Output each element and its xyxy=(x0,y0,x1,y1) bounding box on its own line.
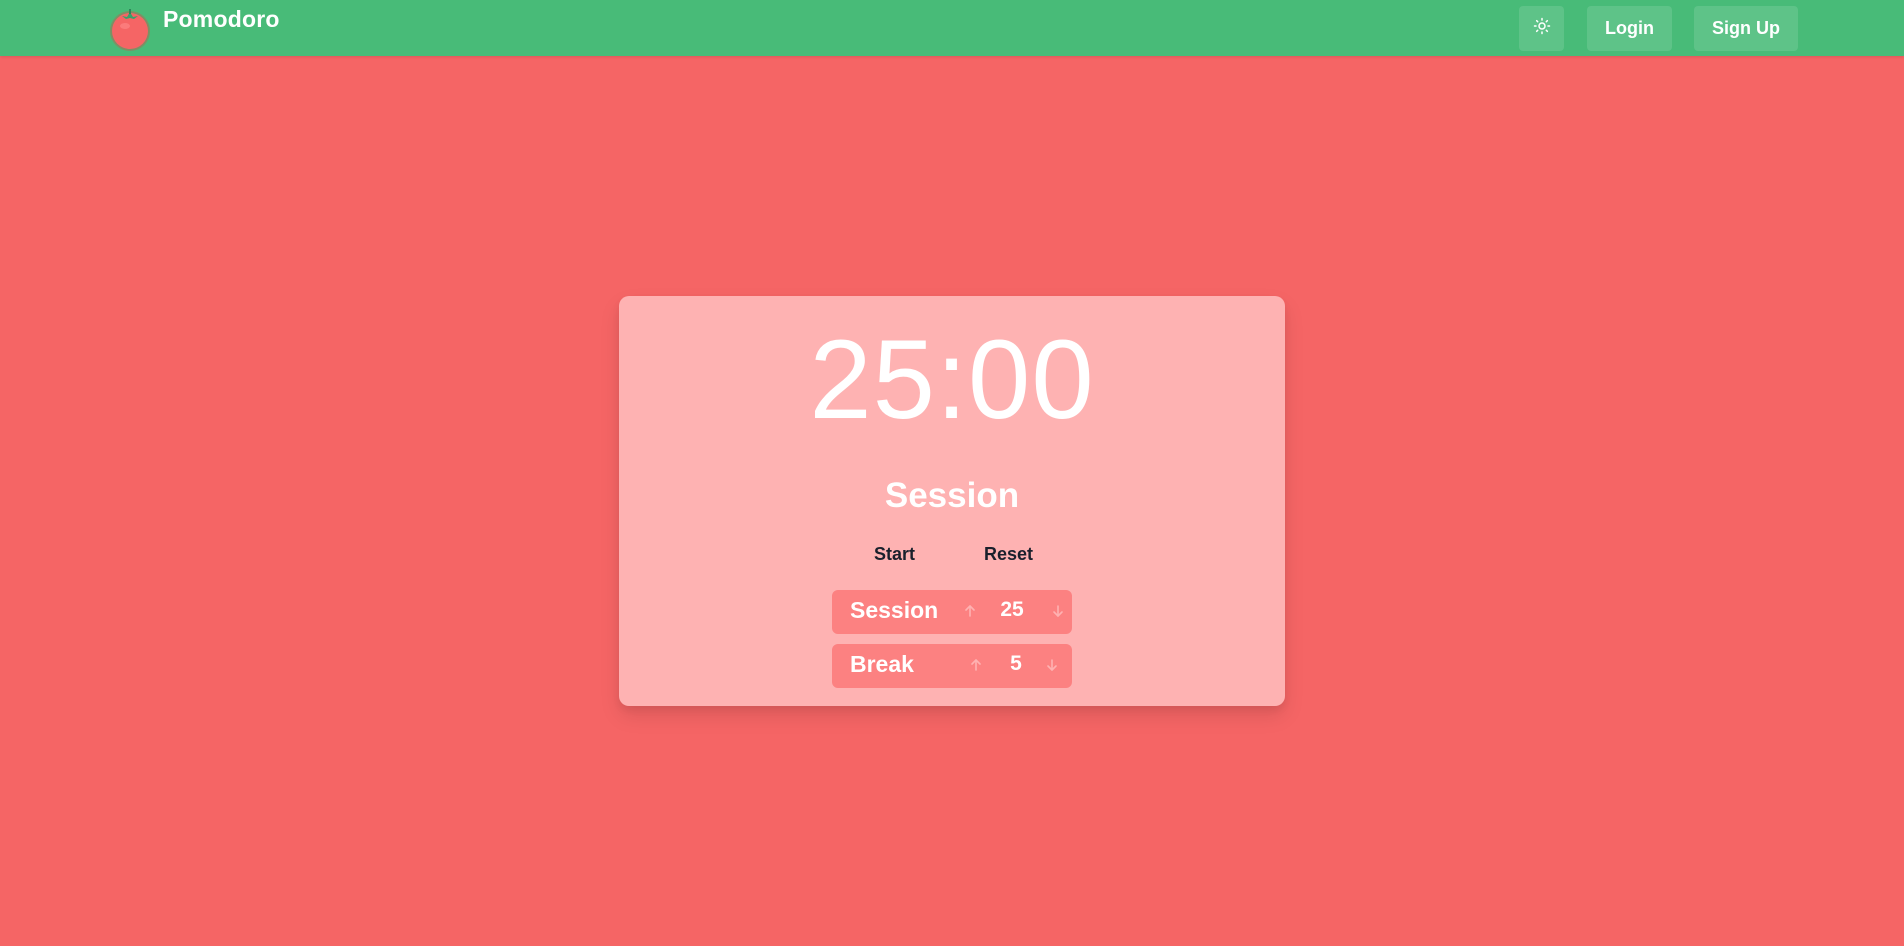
break-decrement-button[interactable] xyxy=(1044,657,1062,675)
session-length-control: Session 25 xyxy=(832,590,1072,634)
arrow-down-icon xyxy=(1050,603,1068,619)
theme-toggle-button[interactable] xyxy=(1519,6,1564,51)
sun-icon xyxy=(1533,17,1551,40)
session-decrement-button[interactable] xyxy=(1050,603,1068,621)
timer-mode-label: Session xyxy=(884,476,1020,515)
timer-display: 25:00 xyxy=(809,317,1095,442)
break-increment-button[interactable] xyxy=(968,657,986,675)
brand-link[interactable]: Pomodoro xyxy=(107,4,280,52)
session-increment-button[interactable] xyxy=(962,603,980,621)
break-length-label: Break xyxy=(850,651,914,677)
start-button[interactable]: Start xyxy=(874,544,915,565)
reset-button[interactable]: Reset xyxy=(984,544,1033,565)
break-length-control: Break 5 xyxy=(832,644,1072,688)
session-length-label: Session xyxy=(850,597,939,623)
arrow-up-icon xyxy=(968,657,986,673)
navbar: Pomodoro Login Sign Up xyxy=(0,0,1904,56)
timer-card: 25:00 Session Start Reset Session 25 Bre… xyxy=(619,296,1285,706)
arrow-up-icon xyxy=(962,603,980,619)
break-length-value: 5 xyxy=(1010,652,1022,675)
brand-title: Pomodoro xyxy=(163,5,280,32)
login-button[interactable]: Login xyxy=(1587,6,1672,51)
tomato-icon xyxy=(107,6,153,52)
signup-button[interactable]: Sign Up xyxy=(1694,6,1798,51)
session-length-value: 25 xyxy=(1000,598,1024,621)
arrow-down-icon xyxy=(1044,657,1062,673)
